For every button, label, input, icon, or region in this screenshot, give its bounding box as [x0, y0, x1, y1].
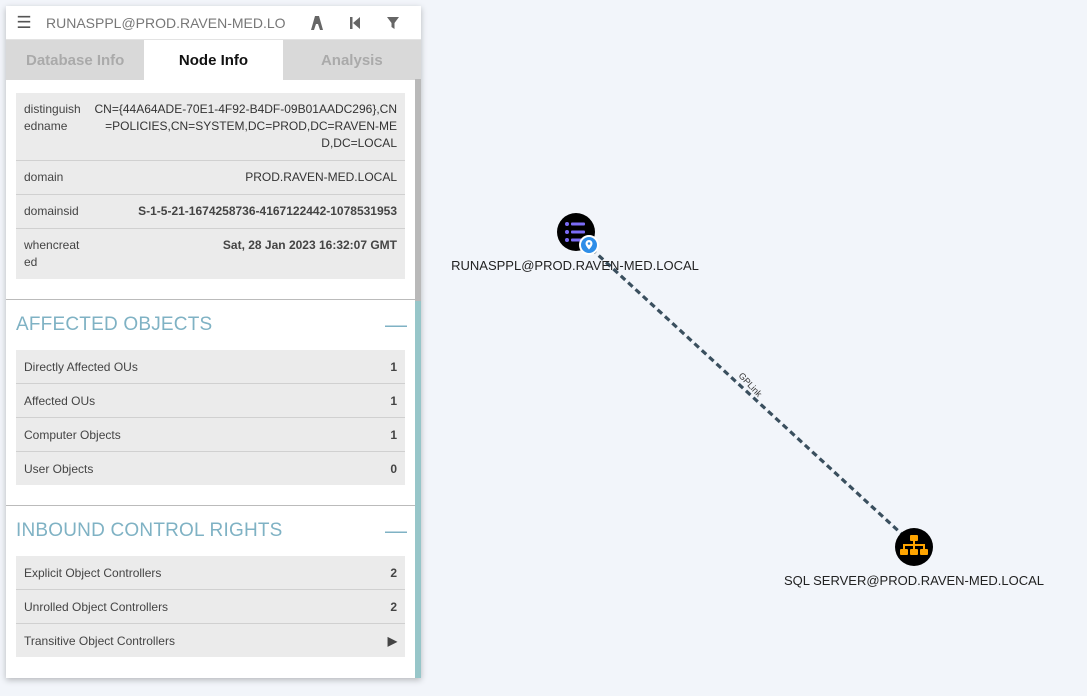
search-bar: ☰ [6, 6, 421, 40]
hamburger-menu-icon[interactable]: ☰ [6, 13, 42, 33]
list-item-count: 2 [390, 565, 397, 580]
property-value: Sat, 28 Jan 2023 16:32:07 GMT [222, 238, 397, 252]
list-item[interactable]: Directly Affected OUs 1 [16, 350, 405, 384]
property-key: whencreated [24, 238, 80, 269]
list-item[interactable]: Affected OUs 1 [16, 384, 405, 418]
tab-node-info[interactable]: Node Info [144, 40, 283, 80]
property-row: domainsid S-1-5-21-1674258736-4167122442… [16, 195, 405, 229]
scrollbar-thumb[interactable] [415, 79, 421, 301]
list-item[interactable]: User Objects 0 [16, 452, 405, 485]
back-icon[interactable] [336, 16, 374, 30]
list-item-label: Directly Affected OUs [24, 359, 138, 374]
ou-node-label: SQL SERVER@PROD.RAVEN-MED.LOCAL [784, 573, 1044, 588]
list-item-label: Unrolled Object Controllers [24, 599, 169, 614]
ou-node[interactable] [895, 528, 933, 566]
list-item-count: 1 [390, 359, 397, 374]
property-value: PROD.RAVEN-MED.LOCAL [245, 170, 397, 184]
filter-icon[interactable] [374, 16, 412, 30]
section-title: AFFECTED OBJECTS [16, 314, 213, 335]
list-item-label: User Objects [24, 461, 94, 476]
gplink-edge[interactable] [582, 240, 907, 539]
list-item-count: 2 [390, 599, 397, 614]
list-item[interactable]: Computer Objects 1 [16, 418, 405, 452]
pathfinding-icon[interactable] [298, 15, 336, 31]
affected-objects-section: AFFECTED OBJECTS — Directly Affected OUs… [6, 299, 415, 485]
location-pin-icon [579, 235, 599, 255]
inbound-control-list: Explicit Object Controllers 2 Unrolled O… [16, 556, 405, 657]
collapse-icon[interactable]: — [385, 518, 407, 544]
properties-table: distinguishedname CN={44A64ADE-70E1-4F92… [16, 93, 405, 279]
tab-analysis[interactable]: Analysis [282, 40, 421, 80]
property-key: distinguishedname [24, 102, 81, 133]
list-item[interactable]: Unrolled Object Controllers 2 [16, 590, 405, 624]
property-row: distinguishedname CN={44A64ADE-70E1-4F92… [16, 93, 405, 161]
property-value: CN={44A64ADE-70E1-4F92-B4DF-09B01AADC296… [94, 102, 398, 150]
gpo-node[interactable] [557, 213, 599, 255]
section-header[interactable]: AFFECTED OBJECTS — [6, 300, 415, 350]
inbound-control-rights-section: INBOUND CONTROL RIGHTS — Explicit Object… [6, 505, 415, 657]
list-item[interactable]: Explicit Object Controllers 2 [16, 556, 405, 590]
list-item-label: Explicit Object Controllers [24, 565, 162, 580]
tab-bar: Database Info Node Info Analysis [6, 40, 421, 80]
property-row: whencreated Sat, 28 Jan 2023 16:32:07 GM… [16, 229, 405, 279]
property-key: domainsid [24, 204, 79, 218]
list-item[interactable]: Transitive Object Controllers ▶ [16, 624, 405, 657]
list-item-label: Transitive Object Controllers [24, 633, 175, 648]
affected-objects-list: Directly Affected OUs 1 Affected OUs 1 C… [16, 350, 405, 485]
list-item-label: Computer Objects [24, 427, 121, 442]
property-key: domain [24, 170, 64, 184]
section-header[interactable]: INBOUND CONTROL RIGHTS — [6, 506, 415, 556]
property-value: S-1-5-21-1674258736-4167122442-107853195… [138, 204, 397, 218]
property-row: domain PROD.RAVEN-MED.LOCAL [16, 161, 405, 195]
list-item-count: 1 [390, 393, 397, 408]
tab-database-info[interactable]: Database Info [6, 40, 145, 80]
section-title: INBOUND CONTROL RIGHTS [16, 520, 283, 541]
list-item-count: 1 [390, 427, 397, 442]
node-info-content: distinguishedname CN={44A64ADE-70E1-4F92… [6, 79, 415, 678]
search-input[interactable] [42, 14, 298, 31]
expand-arrow-icon[interactable]: ▶ [388, 634, 397, 648]
side-panel: ☰ Database Info Node Info Analysis disti… [6, 6, 421, 678]
list-item-label: Affected OUs [24, 393, 96, 408]
list-item-count: 0 [390, 461, 397, 476]
collapse-icon[interactable]: — [385, 312, 407, 338]
gpo-node-label: RUNASPPL@PROD.RAVEN-MED.LOCAL [451, 258, 699, 273]
